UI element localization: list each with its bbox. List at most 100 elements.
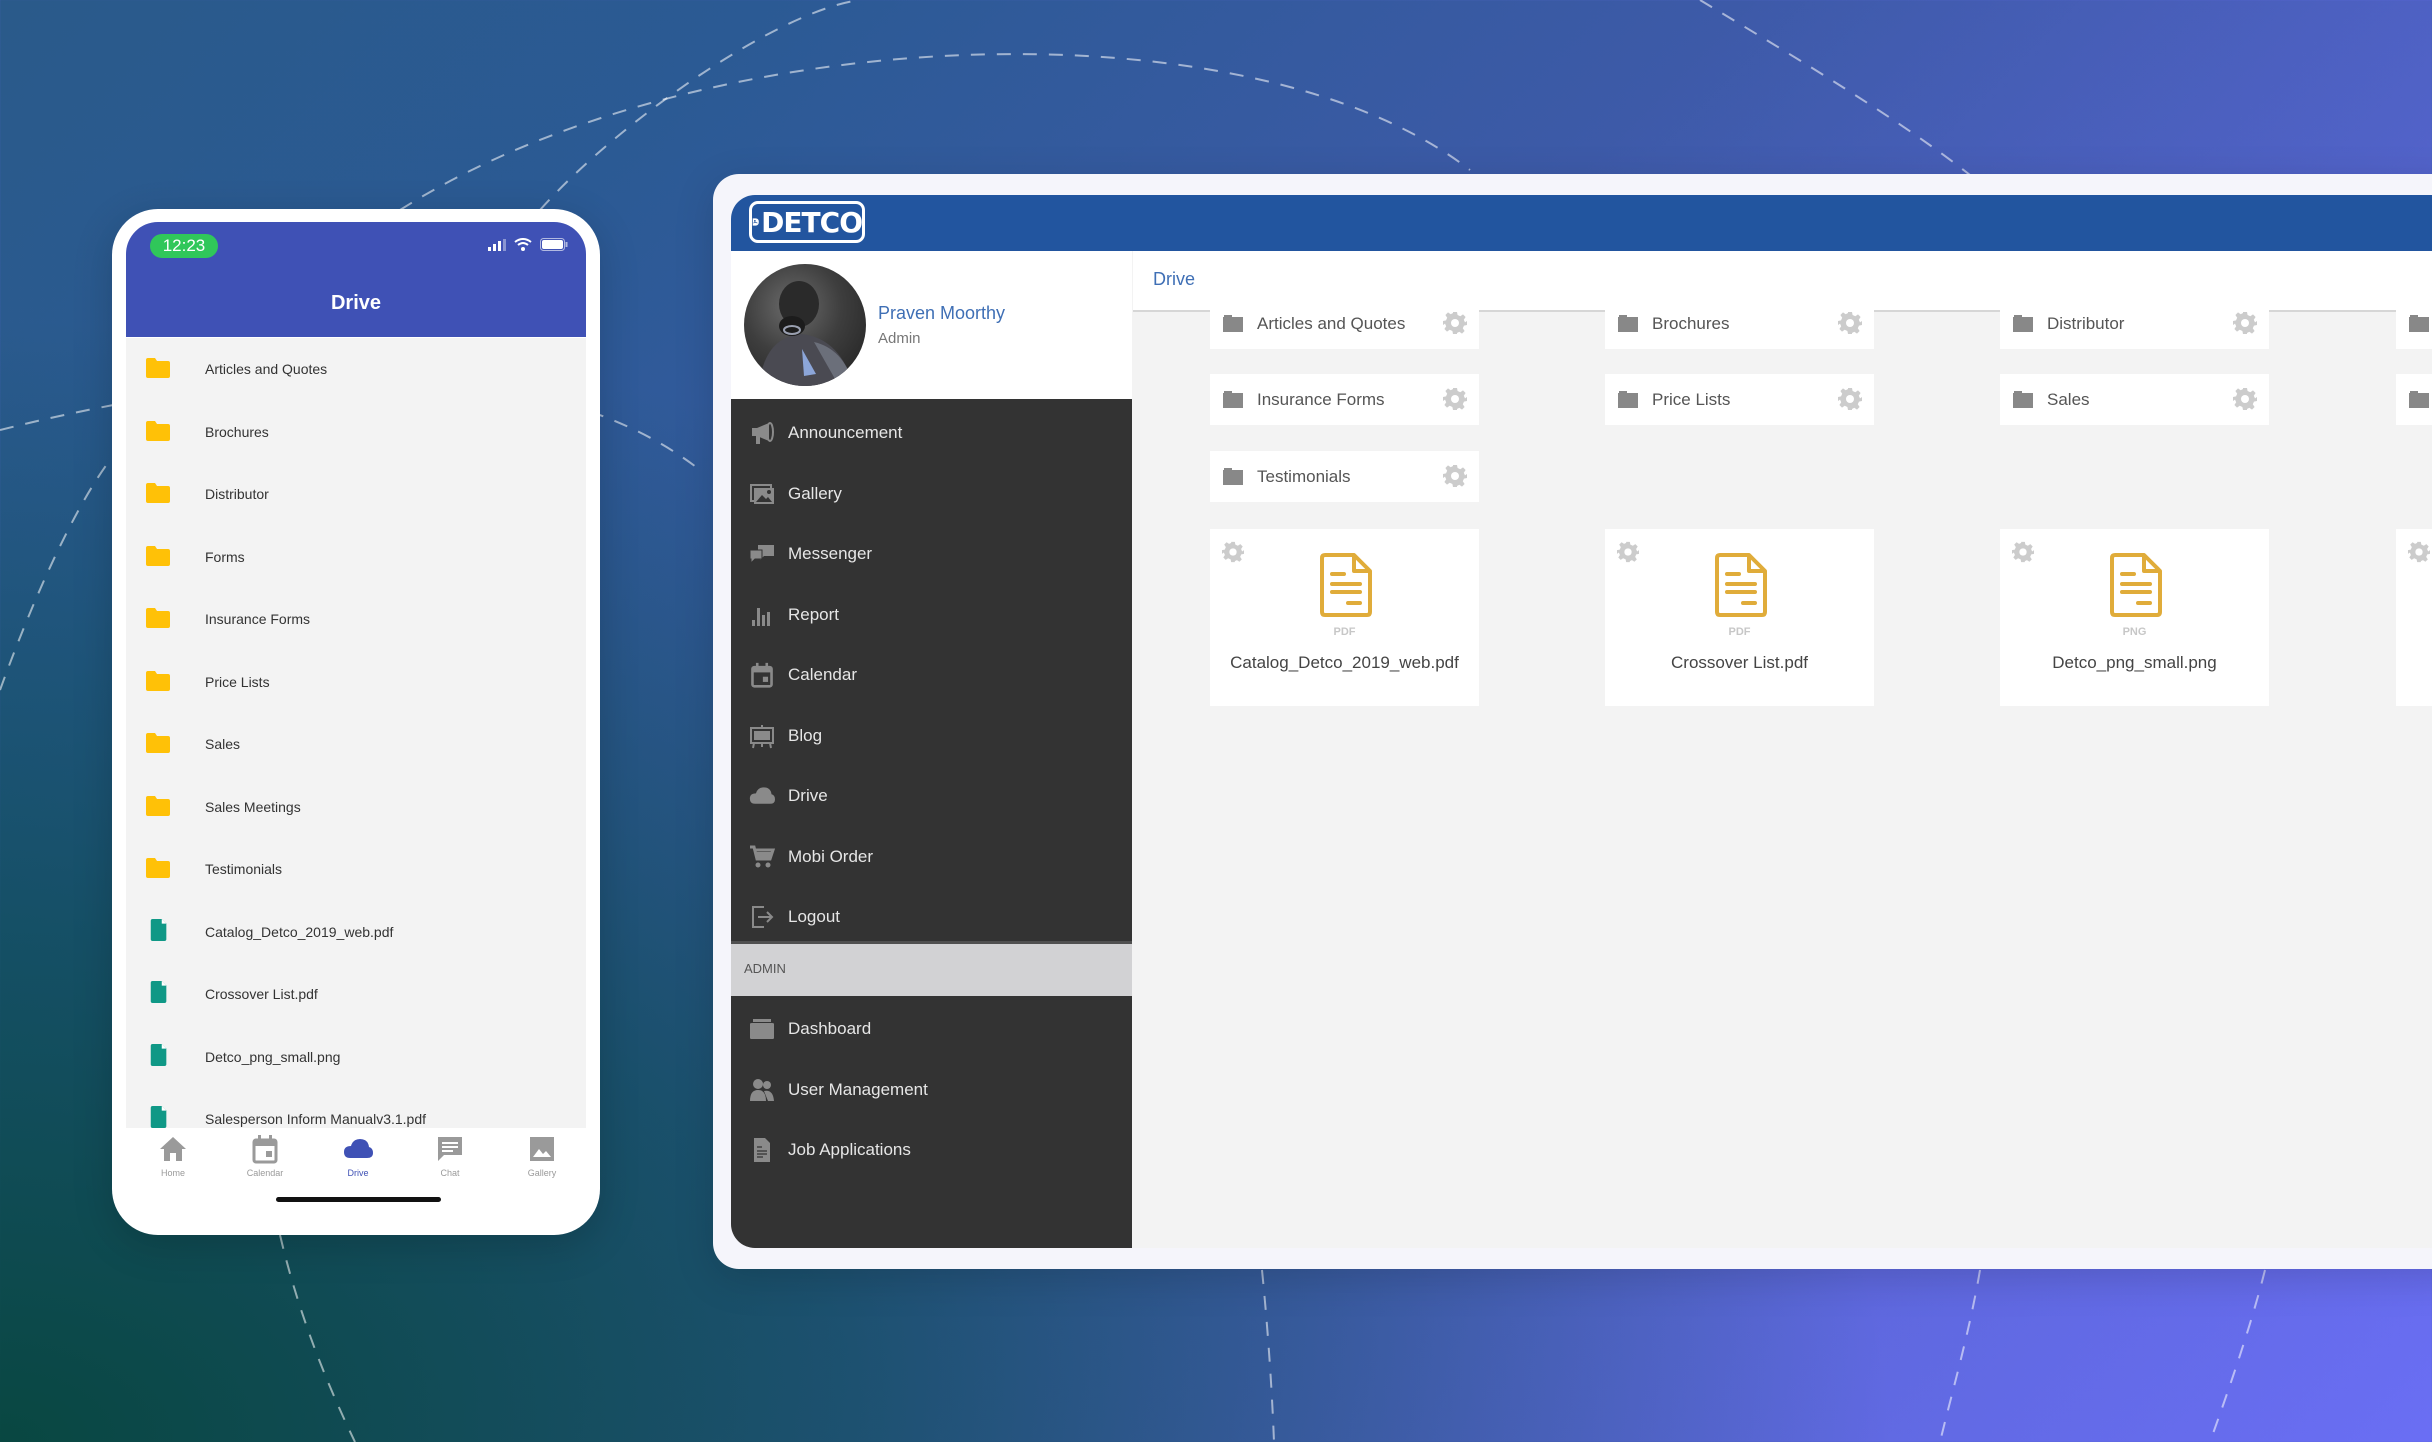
- mobile-folder-item[interactable]: Distributor: [126, 463, 586, 526]
- breadcrumb-drive[interactable]: Drive: [1153, 269, 1195, 290]
- mobile-item-label: Articles and Quotes: [205, 361, 328, 378]
- gear-icon[interactable]: [1443, 311, 1467, 335]
- mobile-item-label: Brochures: [205, 423, 269, 440]
- folder-card[interactable]: Insurance Forms: [1210, 374, 1479, 425]
- sidebar-item-report[interactable]: Report: [731, 585, 1132, 645]
- gear-icon[interactable]: [1443, 464, 1467, 488]
- sidebar-item-logout[interactable]: Logout: [731, 887, 1132, 947]
- wifi-icon: [514, 238, 532, 251]
- web-app-window: DETCO Praven Moorthy Admin ADMIN Announc…: [713, 174, 2432, 1269]
- status-icons: [488, 238, 568, 251]
- file-card[interactable]: PDF Catalog_Detco_2019_web.pdf: [1210, 529, 1479, 706]
- file-icon: [148, 918, 170, 943]
- file-type-label: PDF: [1728, 626, 1751, 638]
- mobile-file-item[interactable]: Crossover List.pdf: [126, 963, 586, 1026]
- nav-label: Chat: [440, 1168, 460, 1178]
- gear-icon[interactable]: [1617, 541, 1639, 563]
- sidebar-item-label: Drive: [788, 786, 828, 805]
- nav-tab-gallery[interactable]: Gallery: [507, 1134, 577, 1178]
- mobile-item-label: Catalog_Detco_2019_web.pdf: [205, 923, 394, 940]
- folder-card[interactable]: [2396, 374, 2432, 425]
- mobile-folder-item[interactable]: Articles and Quotes: [126, 338, 586, 401]
- mobile-item-label: Sales: [205, 736, 241, 753]
- sidebar-item-job-applications[interactable]: Job Applications: [731, 1120, 1132, 1180]
- sidebar-item-label: Blog: [788, 725, 823, 745]
- mobile-folder-item[interactable]: Insurance Forms: [126, 588, 586, 651]
- nav-label: Gallery: [527, 1168, 557, 1178]
- sidebar-item-blog[interactable]: Blog: [731, 706, 1132, 766]
- sidebar-item-messenger[interactable]: Messenger: [731, 524, 1132, 584]
- gear-icon[interactable]: [2233, 387, 2257, 411]
- logo-mark-icon: [752, 218, 759, 226]
- folder-card[interactable]: Distributor: [2000, 298, 2269, 349]
- avatar[interactable]: [744, 264, 866, 386]
- cloud-icon: [343, 1134, 373, 1164]
- nav-tab-home[interactable]: Home: [138, 1134, 208, 1178]
- battery-icon: [540, 238, 568, 251]
- folder-icon: [146, 608, 170, 628]
- gear-icon[interactable]: [1838, 387, 1862, 411]
- sidebar-item-calendar[interactable]: Calendar: [731, 645, 1132, 705]
- sidebar-item-label: Calendar: [788, 665, 857, 684]
- gear-icon[interactable]: [2012, 541, 2034, 563]
- mobile-file-item[interactable]: Salesperson Inform Manualv3.1.pdf: [126, 1088, 586, 1128]
- folder-icon: [1618, 314, 1638, 332]
- mobile-item-label: Distributor: [205, 486, 269, 503]
- folder-card[interactable]: Articles and Quotes: [1210, 298, 1479, 349]
- nav-tab-calendar[interactable]: Calendar: [230, 1134, 300, 1178]
- file-card[interactable]: PDF Crossover List.pdf: [1605, 529, 1874, 706]
- web-app: DETCO Praven Moorthy Admin ADMIN Announc…: [731, 195, 2432, 1248]
- file-icon: [148, 1106, 170, 1128]
- user-profile[interactable]: Praven Moorthy Admin: [731, 251, 1132, 399]
- folder-card[interactable]: Brochures: [1605, 298, 1874, 349]
- folder-card[interactable]: Sales: [2000, 374, 2269, 425]
- logout-icon: [749, 904, 775, 930]
- folder-icon: [1223, 314, 1243, 332]
- mobile-bottom-nav: Home Calendar Drive Chat Gallery: [126, 1128, 586, 1222]
- folder-card[interactable]: [2396, 298, 2432, 349]
- folder-card[interactable]: Price Lists: [1605, 374, 1874, 425]
- profile-name[interactable]: Praven Moorthy: [878, 303, 1005, 324]
- nav-tab-drive[interactable]: Drive: [323, 1134, 393, 1178]
- folder-icon: [2409, 314, 2429, 332]
- document-file-icon: [2110, 553, 2162, 617]
- mobile-folder-item[interactable]: Sales: [126, 713, 586, 776]
- gear-icon[interactable]: [1443, 387, 1467, 411]
- gear-icon[interactable]: [2233, 311, 2257, 335]
- sidebar-item-dashboard[interactable]: Dashboard: [731, 999, 1132, 1059]
- nav-label: Drive: [347, 1168, 369, 1178]
- profile-role: Admin: [878, 330, 921, 347]
- sidebar-item-user-management[interactable]: User Management: [731, 1060, 1132, 1120]
- sidebar-item-gallery[interactable]: Gallery: [731, 464, 1132, 524]
- gear-icon[interactable]: [2408, 541, 2430, 563]
- mobile-file-item[interactable]: Detco_png_small.png: [126, 1026, 586, 1089]
- detco-logo[interactable]: DETCO: [749, 201, 865, 243]
- mobile-drive-list[interactable]: Articles and Quotes Brochures Distributor F…: [126, 338, 586, 1128]
- file-icon: [148, 1043, 170, 1068]
- nav-tab-chat[interactable]: Chat: [415, 1134, 485, 1178]
- mobile-folder-item[interactable]: Testimonials: [126, 838, 586, 901]
- file-card[interactable]: [2396, 529, 2432, 706]
- gear-icon[interactable]: [1222, 541, 1244, 563]
- file-name: Catalog_Detco_2019_web.pdf: [1230, 653, 1459, 672]
- sidebar-item-announcement[interactable]: Announcement: [731, 403, 1132, 463]
- sidebar-item-drive[interactable]: Drive: [731, 766, 1132, 826]
- file-card[interactable]: PNG Detco_png_small.png: [2000, 529, 2269, 706]
- mobile-file-item[interactable]: Catalog_Detco_2019_web.pdf: [126, 901, 586, 964]
- mobile-folder-item[interactable]: Sales Meetings: [126, 776, 586, 839]
- file-name: Crossover List.pdf: [1671, 653, 1808, 672]
- mobile-folder-item[interactable]: Price Lists: [126, 651, 586, 714]
- folder-name: Brochures: [1652, 313, 1730, 333]
- folder-icon: [2409, 390, 2429, 408]
- folder-icon: [1618, 390, 1638, 408]
- gear-icon[interactable]: [1838, 311, 1862, 335]
- folder-name: Articles and Quotes: [1257, 313, 1406, 333]
- folder-card[interactable]: Testimonials: [1210, 451, 1479, 502]
- logo-text: DETCO: [761, 205, 863, 239]
- mobile-folder-item[interactable]: Forms: [126, 526, 586, 589]
- sidebar-item-label: Gallery: [788, 483, 842, 503]
- sidebar-item-mobi-order[interactable]: Mobi Order: [731, 827, 1132, 887]
- mobile-folder-item[interactable]: Brochures: [126, 401, 586, 464]
- mobile-item-label: Testimonials: [205, 861, 283, 878]
- mobile-header: 12:23 Drive: [126, 222, 586, 337]
